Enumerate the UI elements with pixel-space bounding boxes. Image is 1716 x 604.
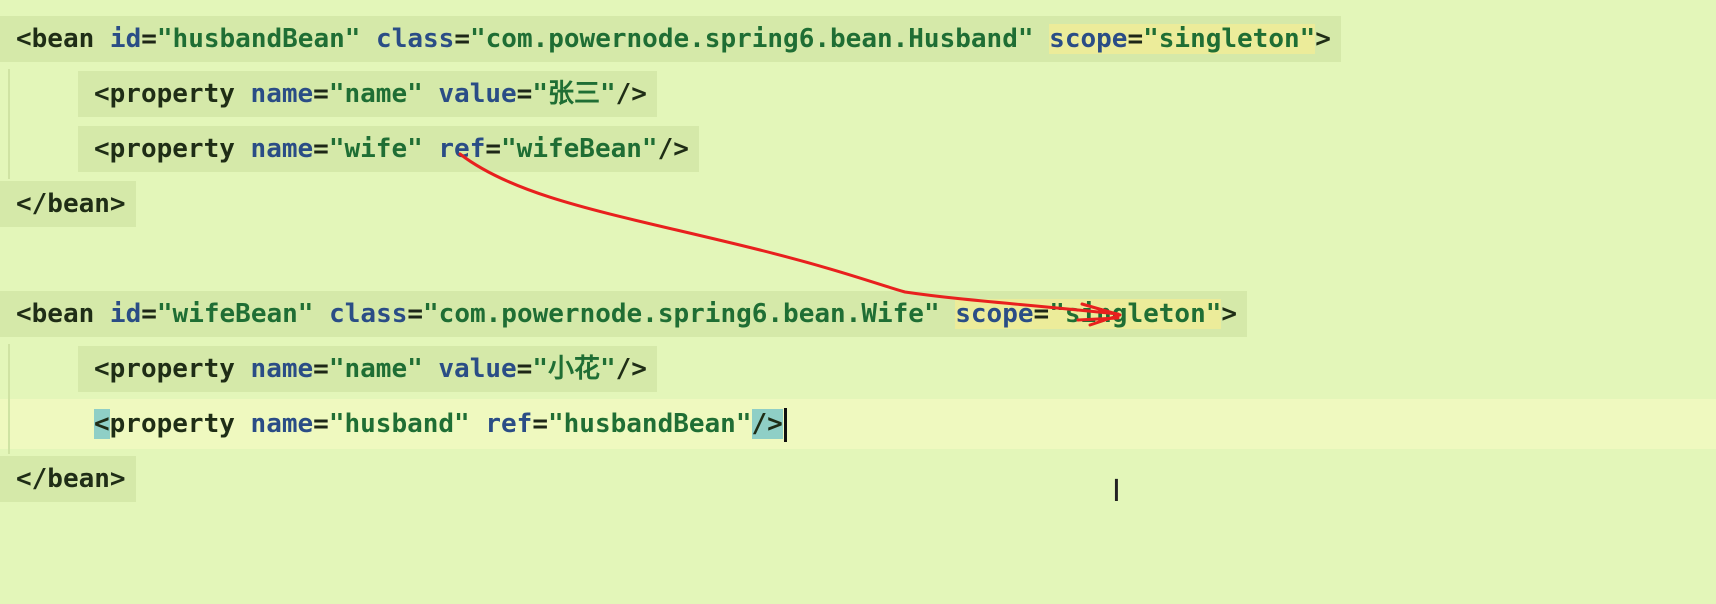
attr-name: name: [234, 409, 314, 439]
attr-class: class: [313, 299, 408, 329]
attr-scope: scope: [955, 299, 1034, 329]
equals-sign: =: [516, 79, 533, 109]
line-1-highlight: <bean id="husbandBean" class="com.powern…: [0, 16, 1341, 62]
tag-name: property: [109, 354, 235, 384]
tag-open-bracket: <: [94, 134, 110, 164]
tag-open-bracket: <: [16, 24, 32, 54]
tag-open-bracket: <: [16, 299, 32, 329]
attr-ref: ref: [469, 409, 533, 439]
equals-sign: =: [1127, 24, 1144, 54]
value-wife-bean-ref: "wifeBean": [501, 134, 658, 164]
attr-class: class: [360, 24, 455, 54]
line-6-highlight: <bean id="wifeBean" class="com.powernode…: [0, 291, 1248, 337]
value-name: "name": [328, 354, 423, 384]
equals-sign: =: [532, 409, 548, 439]
line-3-highlight: <property name="wife" ref="wifeBean"/>: [78, 126, 699, 172]
tag-open-bracket: <: [94, 79, 110, 109]
code-line-1[interactable]: <bean id="husbandBean" class="com.powern…: [0, 14, 1341, 64]
tag-self-close: />: [615, 354, 647, 384]
scope-highlight: scope="singleton": [955, 299, 1222, 329]
equals-sign: =: [313, 79, 329, 109]
attr-id: id: [94, 299, 142, 329]
equals-sign: =: [141, 24, 157, 54]
line-2-highlight: <property name="name" value="张三"/>: [78, 71, 657, 117]
value-xiaohua: "小花": [532, 354, 616, 384]
tag-close-bracket: >: [1221, 299, 1238, 329]
matched-close-bracket: />: [751, 409, 783, 439]
value-scope: "singleton": [1143, 24, 1316, 54]
closing-bean-tag: </bean>: [16, 464, 126, 494]
equals-sign: =: [313, 409, 329, 439]
line-8-content: <property name="husband" ref="husbandBea…: [94, 401, 787, 447]
attr-name: name: [234, 354, 314, 384]
attr-name: name: [234, 79, 314, 109]
code-line-9[interactable]: </bean>: [0, 454, 136, 504]
tag-name: bean: [31, 299, 95, 329]
attr-id: id: [94, 24, 142, 54]
text-caret: [783, 407, 787, 442]
line-9-highlight: </bean>: [0, 456, 136, 502]
equals-sign: =: [313, 134, 329, 164]
attr-value: value: [422, 79, 517, 109]
tag-name: property: [109, 409, 235, 439]
tag-self-close: />: [657, 134, 689, 164]
equals-sign: =: [313, 354, 329, 384]
value-husband-class: "com.powernode.spring6.bean.Husband": [469, 24, 1034, 54]
line-4-highlight: </bean>: [0, 181, 136, 227]
code-line-8-current[interactable]: <property name="husband" ref="husbandBea…: [0, 399, 1716, 449]
closing-bean-tag: </bean>: [16, 189, 126, 219]
equals-sign: =: [141, 299, 157, 329]
value-wife-class: "com.powernode.spring6.bean.Wife": [423, 299, 940, 329]
code-line-4[interactable]: </bean>: [0, 179, 136, 229]
matched-open-bracket: <: [94, 409, 110, 439]
value-wife: "wife": [328, 134, 423, 164]
indent-guide: [8, 344, 10, 454]
attr-value: value: [422, 354, 517, 384]
attr-name: name: [234, 134, 314, 164]
value-wife-bean-id: "wifeBean": [156, 299, 314, 329]
value-husband-bean-id: "husbandBean": [156, 24, 361, 54]
equals-sign: =: [1033, 299, 1050, 329]
tag-open-bracket: <: [94, 354, 110, 384]
equals-sign: =: [516, 354, 533, 384]
annotation-arrow-curve: [458, 152, 1120, 316]
tag-name: property: [109, 79, 235, 109]
line-7-highlight: <property name="name" value="小花"/>: [78, 346, 657, 392]
tag-name: bean: [31, 24, 95, 54]
tag-close-bracket: >: [1315, 24, 1331, 54]
code-line-6[interactable]: <bean id="wifeBean" class="com.powernode…: [0, 289, 1248, 339]
value-zhangsan: "张三": [532, 79, 616, 109]
equals-sign: =: [485, 134, 502, 164]
value-scope: "singleton": [1049, 299, 1222, 329]
equals-sign: =: [407, 299, 424, 329]
code-editor[interactable]: <bean id="husbandBean" class="com.powern…: [0, 0, 1716, 534]
attr-scope: scope: [1049, 24, 1128, 54]
scope-highlight: scope="singleton": [1049, 24, 1316, 54]
value-husband: "husband": [328, 409, 470, 439]
tag-name: property: [109, 134, 235, 164]
attr-ref: ref: [422, 134, 486, 164]
i-beam-cursor-icon: I: [1112, 474, 1121, 509]
indent-guide: [8, 69, 10, 179]
value-husband-bean-ref: "husbandBean": [548, 409, 752, 439]
value-name: "name": [328, 79, 423, 109]
equals-sign: =: [454, 24, 470, 54]
tag-self-close: />: [615, 79, 647, 109]
